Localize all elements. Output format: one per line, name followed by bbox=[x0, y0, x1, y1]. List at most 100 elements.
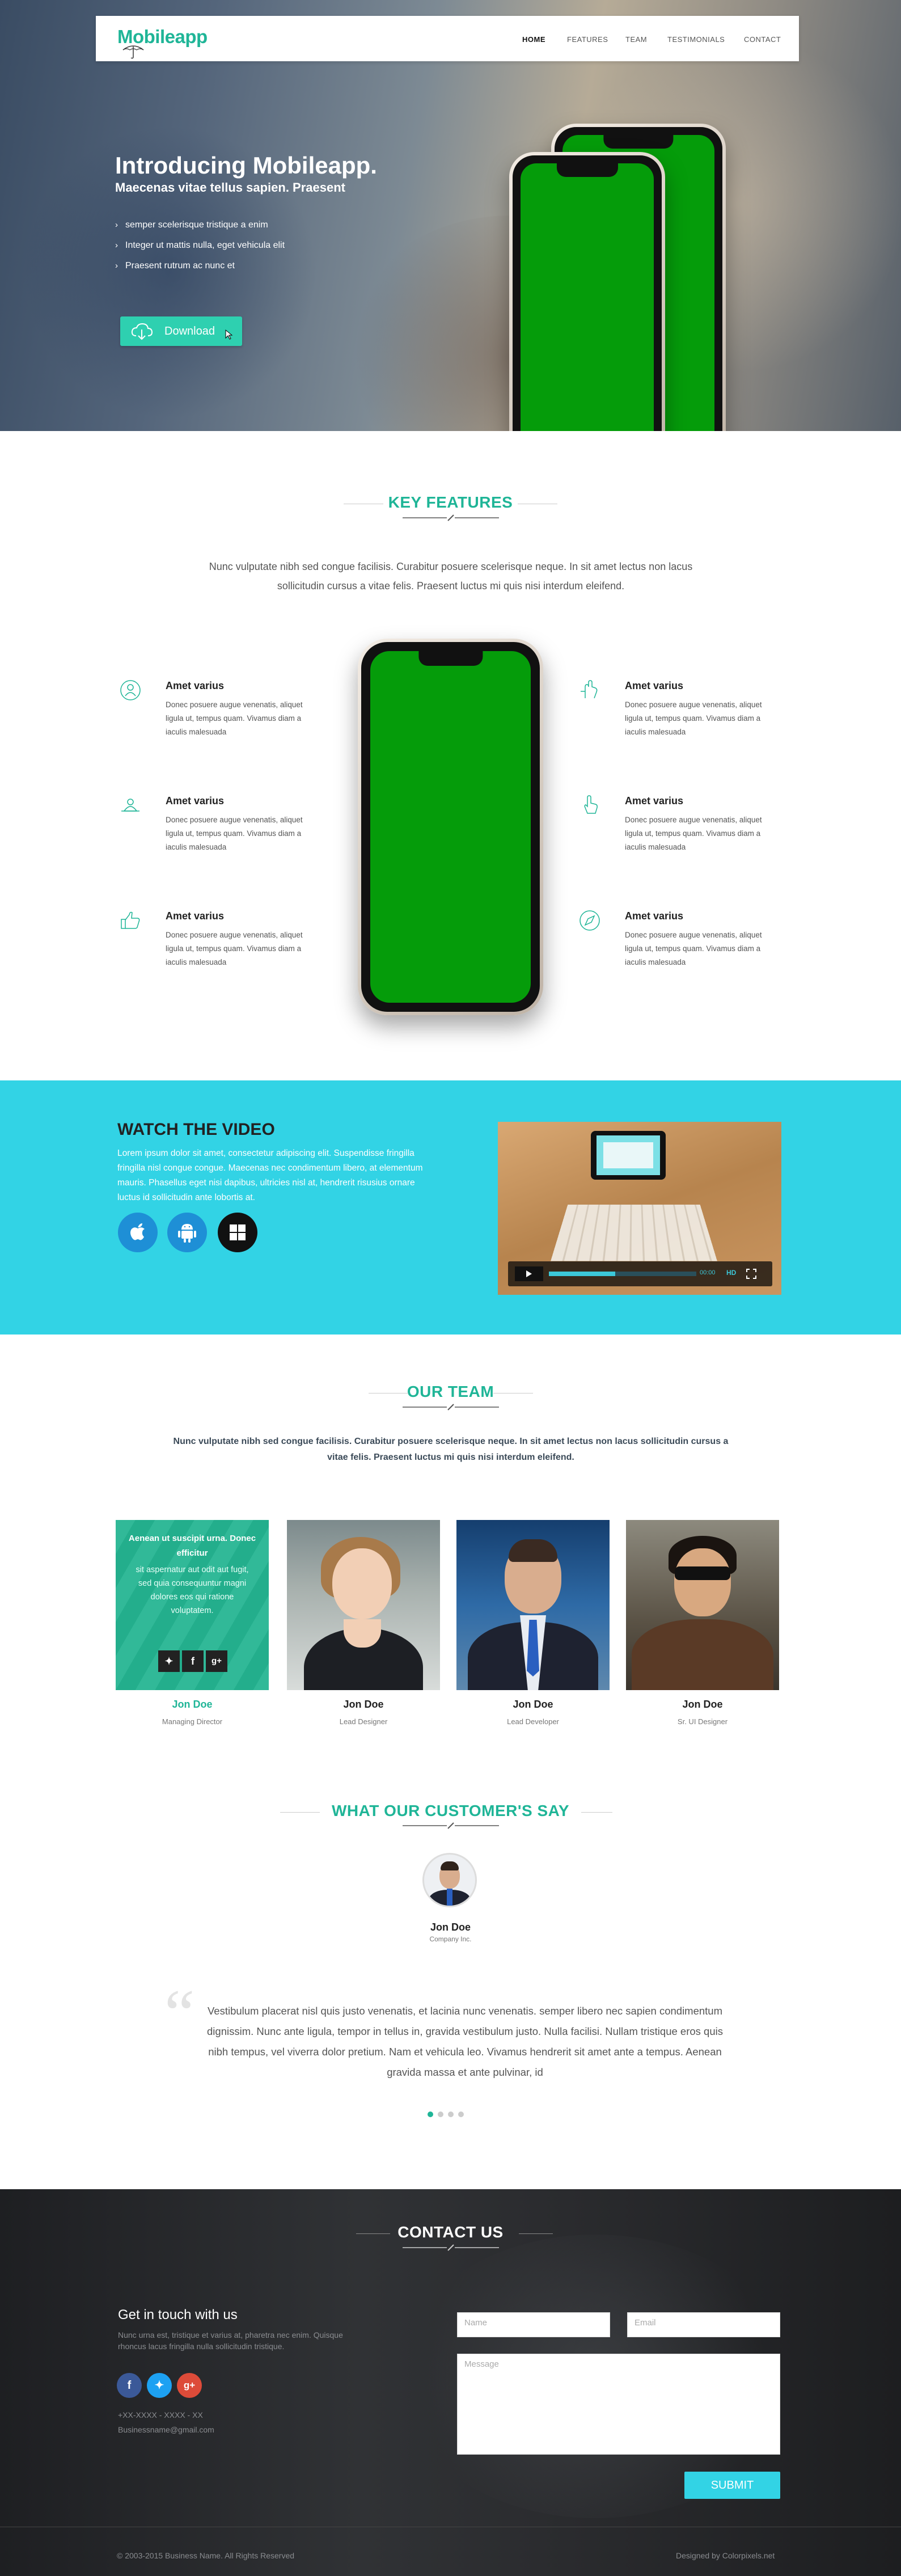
hd-label[interactable]: HD bbox=[726, 1269, 736, 1277]
cursor-icon bbox=[225, 329, 233, 340]
nav-home[interactable]: HOME bbox=[522, 35, 545, 44]
facebook-icon: f bbox=[191, 1656, 194, 1667]
nav-features[interactable]: FEATURES bbox=[567, 35, 608, 44]
team-member-card[interactable] bbox=[626, 1520, 779, 1690]
carousel-dot[interactable] bbox=[438, 2112, 443, 2117]
testimonials-heading: WHAT OUR CUSTOMER'S SAY bbox=[0, 1802, 901, 1820]
name-input[interactable]: Name bbox=[457, 2312, 610, 2337]
facebook-icon: f bbox=[127, 2379, 132, 2392]
hero-bullet: › semper scelerisque tristique a enim bbox=[115, 220, 268, 230]
message-textarea[interactable]: Message bbox=[457, 2354, 780, 2455]
twitter-icon: ✦ bbox=[164, 1656, 174, 1667]
overlay-text: sit aspernatur aut odit aut fugit, sed q… bbox=[136, 1565, 249, 1615]
twitter-button[interactable]: ✦ bbox=[147, 2373, 172, 2398]
google-plus-button[interactable]: g+ bbox=[206, 1650, 227, 1672]
ornament-divider bbox=[402, 1404, 499, 1411]
fullscreen-icon[interactable] bbox=[746, 1269, 756, 1279]
member-role: Lead Developer bbox=[507, 1717, 559, 1726]
phone-mockup-front bbox=[509, 152, 665, 431]
hero-subtitle: Maecenas vitae tellus sapien. Praesent bbox=[115, 180, 345, 195]
twitter-button[interactable]: ✦ bbox=[158, 1650, 180, 1672]
feature-text: Donec posuere augue venenatis, aliquet l… bbox=[166, 931, 303, 966]
chevron-right-icon: › bbox=[115, 240, 118, 250]
feature-title: Amet varius bbox=[625, 910, 684, 922]
carousel-dot[interactable] bbox=[448, 2112, 454, 2117]
testimonial-quote: Vestibulum placerat nisl quis justo vene… bbox=[207, 2005, 723, 2078]
feature-title: Amet varius bbox=[166, 680, 225, 691]
pointer-icon bbox=[584, 795, 598, 814]
compass-icon bbox=[579, 910, 600, 931]
video-section: WATCH THE VIDEO Lorem ipsum dolor sit am… bbox=[0, 1080, 901, 1335]
facebook-button[interactable]: f bbox=[182, 1650, 204, 1672]
users-icon bbox=[121, 799, 139, 812]
quote-icon: “ bbox=[164, 1975, 195, 2051]
hero-title: Introducing Mobileapp. bbox=[115, 152, 377, 179]
feature-title: Amet varius bbox=[166, 910, 225, 922]
contact-email[interactable]: Businessname@gmail.com bbox=[118, 2425, 214, 2434]
team-member-card[interactable] bbox=[287, 1520, 440, 1690]
team-heading: OUR TEAM bbox=[0, 1383, 901, 1401]
android-store-button[interactable] bbox=[167, 1213, 207, 1252]
video-player[interactable]: 00:00 HD bbox=[498, 1122, 781, 1295]
play-button[interactable] bbox=[515, 1266, 543, 1281]
sunglasses bbox=[675, 1566, 730, 1580]
team-title: OUR TEAM bbox=[407, 1383, 494, 1400]
divider bbox=[581, 1812, 612, 1813]
testimonial-avatar bbox=[422, 1853, 477, 1907]
logo[interactable]: Mobileapp bbox=[117, 26, 208, 59]
video-controls: 00:00 HD bbox=[508, 1261, 772, 1286]
download-button[interactable]: Download bbox=[120, 316, 242, 346]
feature-title: Amet varius bbox=[625, 680, 684, 691]
thumbs-up-icon bbox=[121, 911, 140, 929]
email-input[interactable]: Email bbox=[627, 2312, 780, 2337]
windows-icon bbox=[230, 1224, 246, 1240]
progress-bar[interactable] bbox=[549, 1272, 696, 1276]
features-heading: KEY FEATURES bbox=[0, 493, 901, 512]
android-icon bbox=[178, 1224, 196, 1243]
member-name: Jon Doe bbox=[172, 1699, 213, 1710]
feature-text: Donec posuere augue venenatis, aliquet l… bbox=[625, 700, 762, 736]
video-keyboard bbox=[551, 1204, 717, 1261]
ornament-divider bbox=[402, 2244, 499, 2251]
facebook-button[interactable]: f bbox=[117, 2373, 142, 2398]
windows-store-button[interactable] bbox=[218, 1213, 257, 1252]
chevron-right-icon: › bbox=[115, 220, 118, 230]
contact-heading: CONTACT US bbox=[0, 2223, 901, 2241]
member-role: Sr. UI Designer bbox=[677, 1717, 728, 1726]
divider bbox=[280, 1812, 320, 1813]
google-plus-button[interactable]: g+ bbox=[177, 2373, 202, 2398]
member-role: Managing Director bbox=[162, 1717, 223, 1726]
team-member-card[interactable]: Aenean ut suscipit urna. Donec efficitur… bbox=[116, 1520, 269, 1690]
feature-text: Donec posuere augue venenatis, aliquet l… bbox=[166, 700, 303, 736]
apple-icon bbox=[130, 1223, 145, 1240]
feature-text: Donec posuere augue venenatis, aliquet l… bbox=[625, 816, 762, 851]
video-phone bbox=[591, 1131, 666, 1180]
hand-icon bbox=[581, 680, 598, 699]
nav-testimonials[interactable]: TESTIMONIALS bbox=[667, 35, 725, 44]
testimonial-company: Company Inc. bbox=[429, 1935, 472, 1943]
submit-button[interactable]: SUBMIT bbox=[684, 2472, 780, 2499]
testimonials-title: WHAT OUR CUSTOMER'S SAY bbox=[331, 1802, 569, 1819]
video-title: WATCH THE VIDEO bbox=[117, 1120, 275, 1139]
designer-credit[interactable]: Designed by Colorpixels.net bbox=[676, 2551, 775, 2560]
nav-team[interactable]: TEAM bbox=[625, 35, 647, 44]
chevron-right-icon: › bbox=[115, 261, 118, 271]
feature-title: Amet varius bbox=[625, 795, 684, 806]
member-name: Jon Doe bbox=[513, 1699, 553, 1710]
apple-store-button[interactable] bbox=[118, 1213, 158, 1252]
feature-title: Amet varius bbox=[166, 795, 225, 806]
phone-mockup-center bbox=[358, 639, 543, 1015]
member-role: Lead Designer bbox=[339, 1717, 388, 1726]
testimonial-name: Jon Doe bbox=[430, 1922, 471, 1933]
hero-bullet: › Integer ut mattis nulla, eget vehicula … bbox=[115, 240, 285, 250]
carousel-dot[interactable] bbox=[428, 2112, 433, 2117]
ornament-divider bbox=[402, 1822, 499, 1829]
contact-text: Nunc urna est, tristique et varius at, p… bbox=[118, 2330, 343, 2351]
carousel-dot[interactable] bbox=[458, 2112, 464, 2117]
time-label: 00:00 bbox=[700, 1269, 716, 1276]
nav-contact[interactable]: CONTACT bbox=[744, 35, 781, 44]
team-member-card[interactable] bbox=[456, 1520, 610, 1690]
hero-section: Mobileapp HOME FEATURES TEAM TESTIMONIAL… bbox=[0, 0, 901, 431]
features-intro: Nunc vulputate nibh sed congue facilisis… bbox=[209, 561, 693, 592]
feature-text: Donec posuere augue venenatis, aliquet l… bbox=[625, 931, 762, 966]
